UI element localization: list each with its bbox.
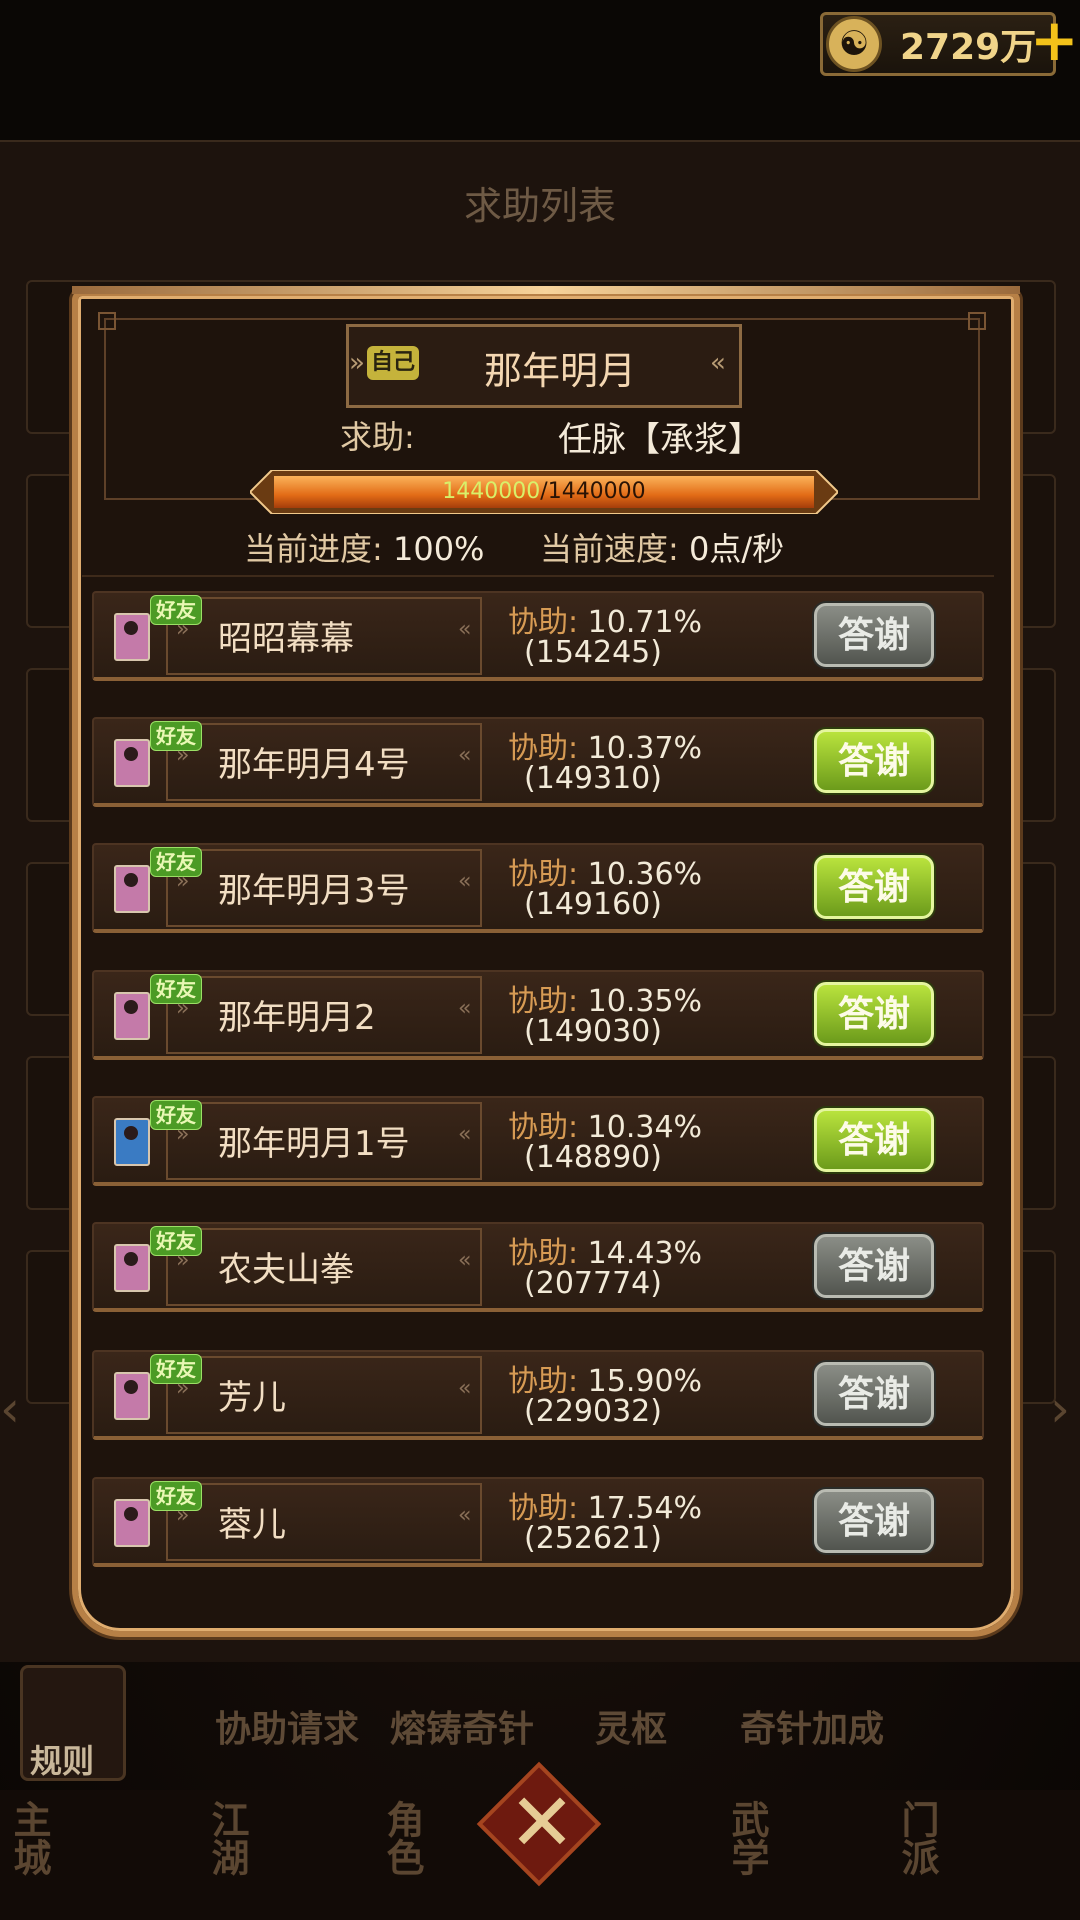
helper-row: 好友» «芳儿 协助: 15.90% (229032) 答谢 — [92, 1350, 984, 1440]
help-skill: 任脉【承浆】 — [558, 420, 762, 460]
assist-amount: (149310) — [524, 761, 662, 796]
avatar[interactable] — [114, 1372, 150, 1420]
avatar[interactable] — [114, 1118, 150, 1166]
tab-needle-bonus[interactable]: 奇针加成 — [740, 1700, 884, 1752]
nav-sect[interactable]: 门派 — [890, 1800, 945, 1876]
help-list-title: 求助列表 — [463, 184, 616, 228]
assist-amount: (229032) — [524, 1394, 662, 1429]
chevron-left-icon: « — [458, 1503, 472, 1528]
progress-stat: 当前进度: 100% — [244, 524, 484, 570]
tab-lingshu[interactable]: 灵枢 — [595, 1700, 667, 1752]
assist-amount: (154245) — [524, 635, 662, 670]
chevron-left-icon: « — [458, 1376, 472, 1401]
nav-main-city[interactable]: 主城 — [2, 1800, 57, 1876]
thanks-button[interactable]: 答谢 — [814, 855, 934, 919]
helper-row: 好友» «蓉儿 协助: 17.54% (252621) 答谢 — [92, 1477, 984, 1567]
assist-amount: (149030) — [524, 1014, 662, 1049]
avatar[interactable] — [114, 613, 150, 661]
helper-row: 好友» «昭昭幕幕 协助: 10.71% (154245) 答谢 — [92, 591, 984, 681]
right-arrow-icon: › — [1050, 1380, 1070, 1438]
name-frame — [166, 1356, 482, 1434]
chevron-right-icon: » — [176, 743, 190, 768]
avatar[interactable] — [114, 865, 150, 913]
progress-value: 100% — [392, 530, 485, 568]
close-icon[interactable]: ✕ — [497, 1778, 587, 1868]
avatar[interactable] — [114, 1244, 150, 1292]
currency-value: 2729万 — [900, 27, 1037, 68]
helper-row: 好友» «农夫山拳 协助: 14.43% (207774) 答谢 — [92, 1222, 984, 1312]
chevron-right-icon: » — [176, 617, 190, 642]
progress-label: 当前进度: — [244, 530, 383, 568]
helper-name: 那年明月1号 — [218, 1124, 410, 1164]
add-currency-icon[interactable]: + — [1030, 8, 1079, 72]
name-frame — [166, 1483, 482, 1561]
owner-name: 那年明月 — [483, 349, 636, 393]
helper-name: 农夫山拳 — [218, 1250, 354, 1290]
chevron-right-icon: » — [176, 996, 190, 1021]
chevron-right-icon: » — [176, 1503, 190, 1528]
help-label: 求助: — [340, 418, 415, 456]
chevron-left-icon: « — [458, 1248, 472, 1273]
avatar[interactable] — [114, 1499, 150, 1547]
avatar[interactable] — [114, 739, 150, 787]
chevron-left-icon: « — [458, 996, 472, 1021]
helper-name: 蓉儿 — [218, 1505, 286, 1545]
helper-name: 芳儿 — [218, 1378, 286, 1418]
progress-current: 1440000 — [442, 479, 541, 504]
chevron-left-icon: « — [710, 348, 726, 378]
chevron-left-icon: « — [458, 743, 472, 768]
progress-total: /1440000 — [540, 479, 646, 504]
background-tabs: 协助请求 熔铸奇针 灵枢 奇针加成 — [0, 1700, 1080, 1770]
chevron-left-icon: « — [458, 1122, 472, 1147]
chevron-left-icon: « — [458, 869, 472, 894]
speed-value: 0点/秒 — [688, 530, 785, 568]
nav-character[interactable]: 角色 — [375, 1800, 430, 1876]
speed-label: 当前速度: — [540, 530, 679, 568]
helper-row: 好友» «那年明月2 协助: 10.35% (149030) 答谢 — [92, 970, 984, 1060]
assist-amount: (149160) — [524, 887, 662, 922]
progress-text: 1440000/1440000 — [250, 476, 838, 508]
helper-row: 好友» «那年明月3号 协助: 10.36% (149160) 答谢 — [92, 843, 984, 933]
helper-row: 好友» «那年明月1号 协助: 10.34% (148890) 答谢 — [92, 1096, 984, 1186]
thanks-button[interactable]: 答谢 — [814, 1108, 934, 1172]
speed-stat: 当前速度: 0点/秒 — [540, 524, 784, 570]
tab-assist-request[interactable]: 协助请求 — [215, 1700, 359, 1752]
helper-name: 那年明月4号 — [218, 745, 410, 785]
helper-name: 那年明月2 — [218, 998, 376, 1038]
thanks-button[interactable]: 答谢 — [814, 1489, 934, 1553]
helper-name: 那年明月3号 — [218, 871, 410, 911]
progress-bar: 1440000/1440000 — [250, 470, 838, 514]
thanks-button[interactable]: 答谢 — [814, 729, 934, 793]
thanks-button[interactable]: 答谢 — [814, 603, 934, 667]
avatar[interactable] — [114, 992, 150, 1040]
chevron-right-icon: » — [176, 1248, 190, 1273]
chevron-right-icon: » — [176, 1376, 190, 1401]
tab-forge-needle[interactable]: 熔铸奇针 — [390, 1700, 534, 1752]
assist-amount: (252621) — [524, 1521, 662, 1556]
nav-jianghu[interactable]: 江湖 — [200, 1800, 255, 1876]
helper-row: 好友» «那年明月4号 协助: 10.37% (149310) 答谢 — [92, 717, 984, 807]
thanks-button[interactable]: 答谢 — [814, 982, 934, 1046]
thanks-button[interactable]: 答谢 — [814, 1234, 934, 1298]
left-arrow-icon: ‹ — [0, 1380, 20, 1438]
chevron-right-icon: » — [349, 348, 365, 378]
helper-name: 昭昭幕幕 — [218, 619, 354, 659]
chevron-left-icon: « — [458, 617, 472, 642]
thanks-button[interactable]: 答谢 — [814, 1362, 934, 1426]
assist-amount: (148890) — [524, 1140, 662, 1175]
yin-yang-coin-icon: ☯ — [826, 16, 882, 72]
chevron-right-icon: » — [176, 869, 190, 894]
chevron-right-icon: » — [176, 1122, 190, 1147]
assist-amount: (207774) — [524, 1266, 662, 1301]
self-badge: 自己 — [367, 346, 419, 380]
modal-top-border — [72, 286, 1020, 294]
nav-martial-arts[interactable]: 武学 — [720, 1800, 775, 1876]
